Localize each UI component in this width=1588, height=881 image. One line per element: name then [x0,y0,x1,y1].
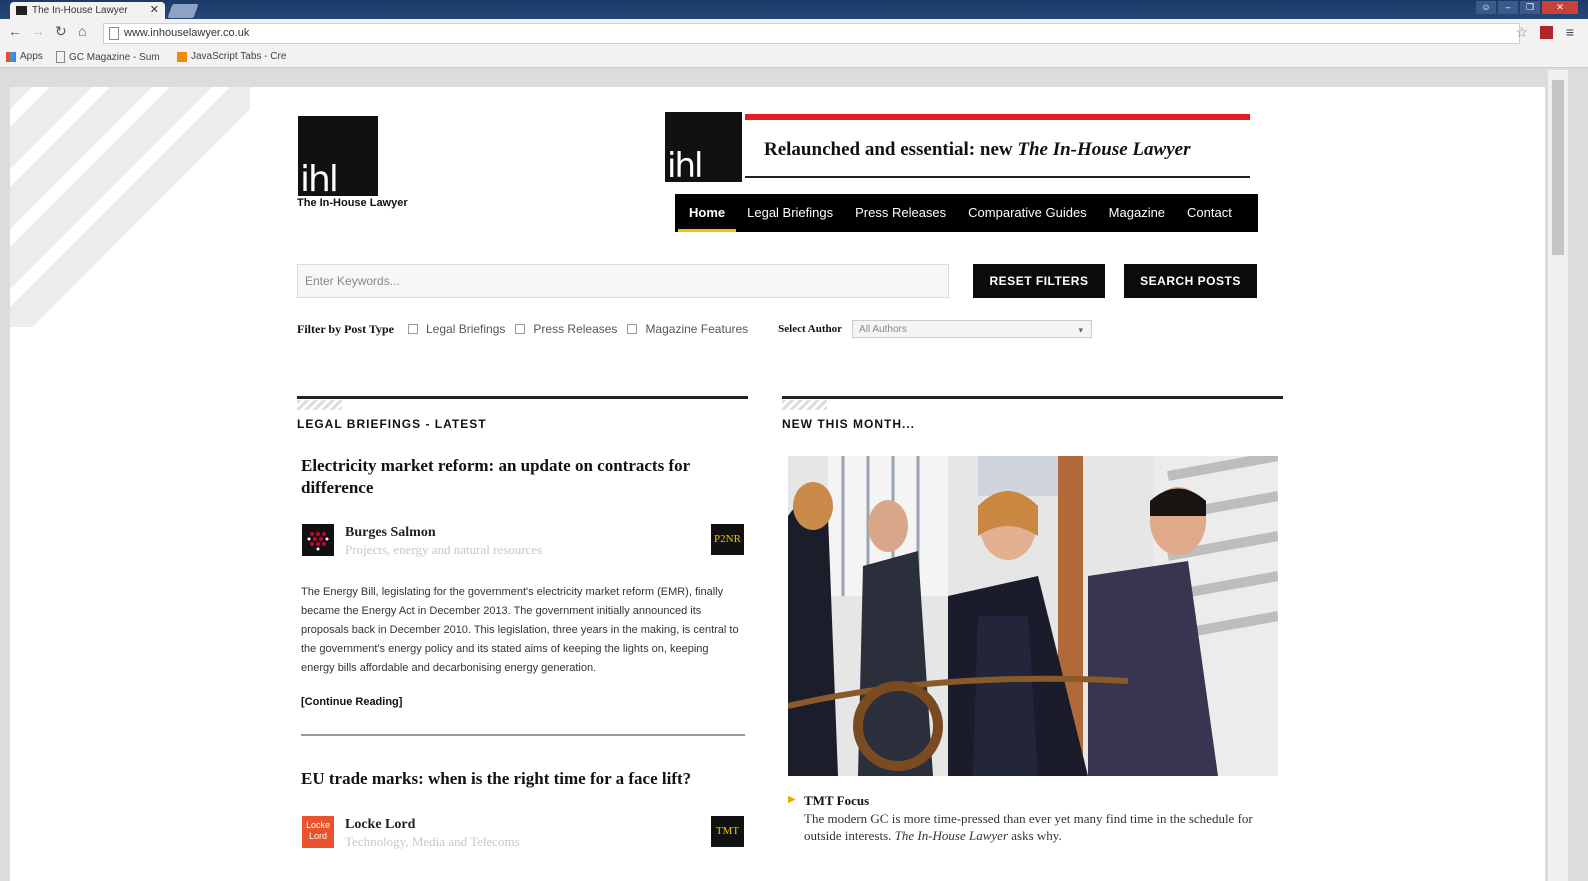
legal-briefings-heading: LEGAL BRIEFINGS - LATEST [297,417,487,431]
feature-photo[interactable] [788,456,1278,776]
checkbox-magazine-features[interactable] [627,324,638,334]
scrollbar-thumb[interactable] [1552,80,1564,255]
banner-logo-text: ihl [667,146,703,186]
banner-underline [745,176,1250,178]
restore-icon[interactable]: ❐ [1520,1,1540,14]
extension-icon[interactable] [1540,26,1553,39]
browser-tab[interactable]: The In-House Lawyer ✕ [10,2,165,19]
feature-description: The modern GC is more time-pressed than … [804,810,1274,844]
right-column-hatch [782,400,827,410]
bookmark-label: GC Magazine - Sum [69,51,160,63]
nav-contact[interactable]: Contact [1176,194,1243,232]
logo-caption: The In-House Lawyer [297,197,408,209]
article-divider [301,734,745,736]
feature-desc-italic: The In-House Lawyer [894,828,1009,843]
category-tag[interactable]: TMT [711,816,744,847]
tab-title: The In-House Lawyer [32,5,128,16]
locke-lord-logo: Locke Lord [302,816,334,848]
site-logo[interactable]: ihl [298,116,378,200]
author-label: Select Author [778,323,843,335]
close-tab-icon[interactable]: ✕ [150,3,159,16]
page-scrollbar[interactable] [1548,70,1568,881]
bookmark-apps[interactable]: Apps [6,51,43,62]
left-column-rule [297,396,748,399]
keyword-search-input[interactable]: Enter Keywords... [297,264,949,298]
option-press-releases[interactable]: Press Releases [533,322,617,336]
filter-label: Filter by Post Type [297,321,394,336]
nav-comparative-guides[interactable]: Comparative Guides [957,194,1098,232]
site-favicon-icon [16,6,27,15]
apps-grid-icon [6,51,16,62]
option-legal-briefings[interactable]: Legal Briefings [426,322,505,336]
page-viewport: ihl The In-House Lawyer ihl Relaunched a… [10,87,1545,881]
nav-magazine[interactable]: Magazine [1098,194,1176,232]
author-select[interactable]: All Authors ▾ [852,320,1093,338]
bookmark-gc-magazine[interactable]: GC Magazine - Sum [56,51,160,63]
browser-titlebar: The In-House Lawyer ✕ ☺ – ❐ ✕ [0,0,1588,19]
bookmark-label: JavaScript Tabs - Cre [191,51,287,62]
new-this-month-heading: NEW THIS MONTH... [782,417,915,431]
browser-toolbar: ← → ↻ ⌂ www.inhouselawyer.co.uk ☆ ≡ [0,19,1588,47]
nav-press-releases[interactable]: Press Releases [844,194,957,232]
address-bar[interactable]: www.inhouselawyer.co.uk [103,23,1520,44]
continue-reading-link[interactable]: [Continue Reading] [301,696,402,708]
checkbox-press-releases[interactable] [515,324,526,334]
window-controls: ☺ – ❐ ✕ [1476,1,1578,15]
page-icon [109,27,119,40]
article-excerpt: The Energy Bill, legislating for the gov… [301,586,739,674]
bookmark-star-icon[interactable]: ☆ [1515,24,1528,41]
close-window-icon[interactable]: ✕ [1542,1,1578,14]
site-icon [177,51,187,62]
search-posts-button[interactable]: SEARCH POSTS [1124,264,1257,298]
reset-filters-button[interactable]: RESET FILTERS [973,264,1105,298]
decorative-stripes [10,87,250,327]
back-arrow-icon[interactable]: ← [8,23,22,39]
menu-icon[interactable]: ≡ [1566,24,1574,40]
nav-legal-briefings[interactable]: Legal Briefings [736,194,844,232]
author-select-value: All Authors [859,324,907,335]
feature-photo-image [788,456,1278,776]
burges-salmon-logo [302,524,334,556]
banner-logo[interactable]: ihl [665,112,742,186]
nav-home[interactable]: Home [678,194,737,232]
right-column-rule [782,396,1283,399]
left-column-hatch [297,400,342,410]
filter-bar: Filter by Post Type Legal Briefings Pres… [297,320,1093,338]
reload-icon[interactable]: ↻ [55,23,67,40]
article-title[interactable]: EU trade marks: when is the right time f… [301,768,746,790]
bullet-arrow-icon: ▶ [788,794,796,805]
page-icon [56,51,65,63]
checkbox-legal-briefings[interactable] [408,324,418,334]
article-title[interactable]: Electricity market reform: an update on … [301,455,746,499]
url-text: www.inhouselawyer.co.uk [124,27,250,39]
banner-headline[interactable]: Relaunched and essential: new The In-Hou… [764,139,1190,161]
firm-name[interactable]: Locke Lord [345,817,415,833]
category-tag[interactable]: P2NR [711,524,744,555]
banner-text-italic: The In-House Lawyer [1017,139,1191,160]
user-icon[interactable]: ☺ [1476,1,1496,14]
bookmarks-bar: Apps GC Magazine - Sum JavaScript Tabs -… [0,47,1588,68]
firm-sector: Projects, energy and natural resources [345,542,543,557]
firm-sector: Technology, Media and Telecoms [345,834,520,849]
firm-logo-icon [307,532,329,551]
banner-red-rule [745,114,1250,120]
minimize-icon[interactable]: – [1498,1,1518,14]
bookmark-label: Apps [20,51,43,62]
chevron-down-icon: ▾ [1078,325,1084,335]
forward-arrow-icon[interactable]: → [31,23,45,39]
home-icon[interactable]: ⌂ [78,23,86,39]
main-navigation: Home Legal Briefings Press Releases Comp… [675,194,1258,232]
firm-name[interactable]: Burges Salmon [345,525,436,541]
banner-text: Relaunched and essential: new [764,139,1018,160]
new-tab-button[interactable] [167,4,199,18]
option-magazine-features[interactable]: Magazine Features [645,322,748,336]
feature-desc-end: asks why. [1008,828,1062,843]
feature-title[interactable]: TMT Focus [804,793,869,809]
logo-text: ihl [300,159,339,200]
bookmark-javascript-tabs[interactable]: JavaScript Tabs - Cre [177,51,286,62]
